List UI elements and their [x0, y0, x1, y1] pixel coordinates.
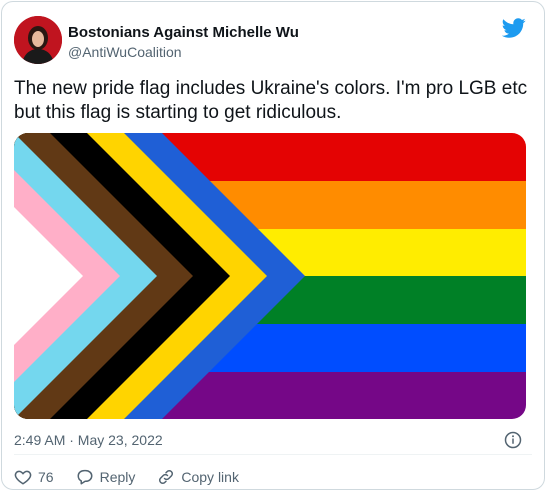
like-button[interactable]: 76	[14, 468, 54, 486]
link-icon	[159, 469, 174, 485]
tweet-image-progress-pride-flag[interactable]	[14, 133, 526, 419]
info-circle-icon[interactable]	[504, 431, 522, 449]
copy-link-button[interactable]: Copy link	[157, 468, 239, 486]
author-display-name[interactable]: Bostonians Against Michelle Wu	[68, 24, 299, 41]
author-handle[interactable]: @AntiWuCoalition	[68, 44, 182, 60]
like-count: 76	[38, 469, 54, 485]
action-bar: 76 Reply Copy link	[14, 465, 261, 489]
reply-bubble-icon	[77, 469, 93, 485]
avatar-image	[14, 16, 62, 64]
flag-graphic	[14, 133, 526, 419]
twitter-bird-icon[interactable]	[502, 16, 526, 40]
divider	[14, 454, 532, 455]
reply-label: Reply	[99, 469, 136, 485]
tweet-text: The new pride flag includes Ukraine's co…	[14, 78, 528, 123]
avatar[interactable]	[14, 16, 62, 64]
heart-icon	[14, 470, 32, 485]
tweet-card: Bostonians Against Michelle Wu @AntiWuCo…	[1, 1, 545, 490]
reply-button[interactable]: Reply	[76, 468, 136, 486]
copy-link-label: Copy link	[181, 469, 239, 485]
tweet-timestamp[interactable]: 2:49 AM · May 23, 2022	[14, 432, 163, 448]
